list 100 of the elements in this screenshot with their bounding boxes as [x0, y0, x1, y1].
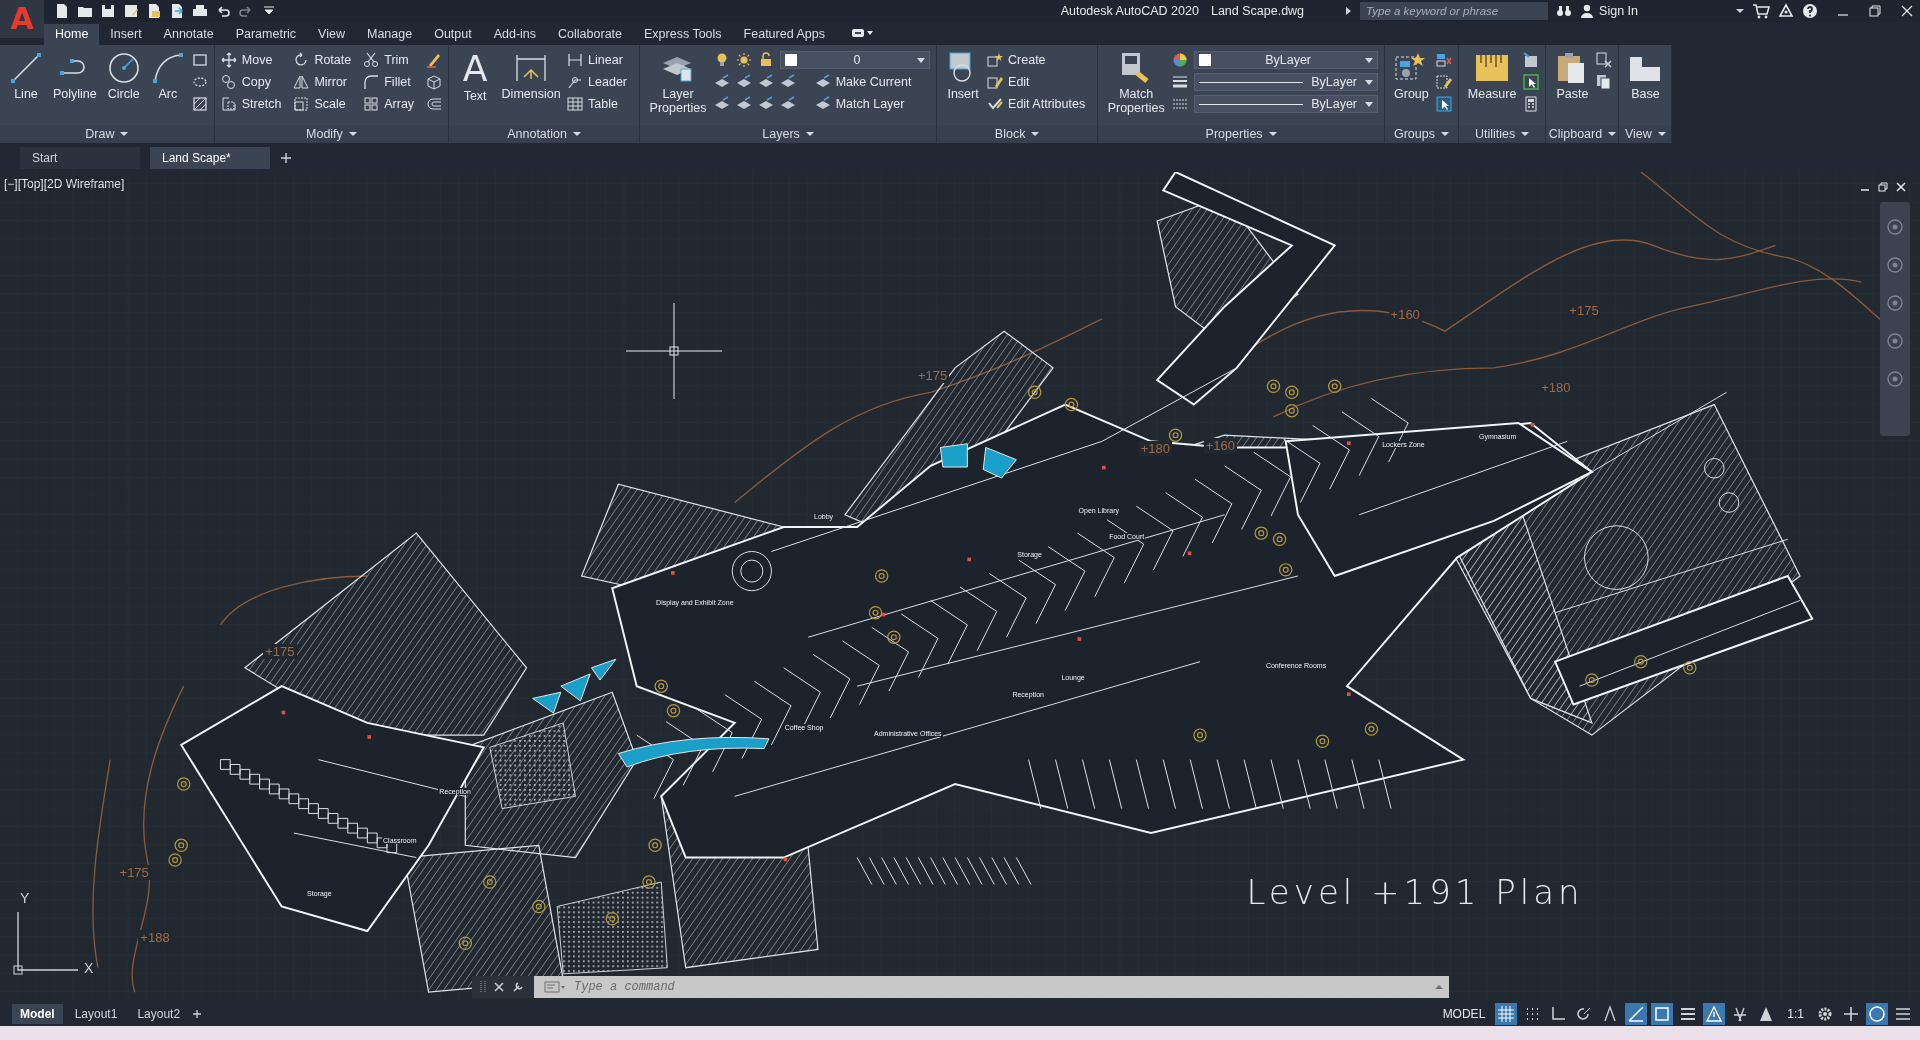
ribbon-tool-button[interactable]: Polyline — [50, 49, 100, 125]
layout-tab[interactable]: Layout2 — [129, 1004, 189, 1024]
ribbon-tool-button[interactable]: Scale — [293, 94, 358, 114]
rectangle-icon[interactable] — [191, 52, 208, 68]
calculator-icon[interactable] — [1523, 96, 1540, 112]
undo-arrow-icon[interactable] — [215, 3, 231, 19]
layer-tool-icon[interactable] — [780, 74, 797, 90]
layer-tool-icon[interactable] — [714, 74, 731, 90]
ribbon-tab[interactable]: Add-ins — [482, 24, 548, 45]
ribbon-display-toggle-icon[interactable] — [849, 27, 874, 39]
lineweight-icon[interactable] — [1172, 74, 1189, 90]
ribbon-tool-button[interactable]: Base — [1625, 49, 1666, 125]
panel-title[interactable]: Clipboard — [1546, 125, 1619, 143]
search-field[interactable]: Type a keyword or phrase — [1360, 2, 1549, 20]
object-snap-icon[interactable] — [1653, 1005, 1672, 1023]
ribbon-tool-button[interactable]: Line — [6, 49, 46, 125]
ribbon-tool-button[interactable]: Move — [220, 50, 288, 70]
ribbon-tab[interactable]: Home — [44, 24, 100, 45]
ellipse-icon[interactable] — [191, 74, 208, 90]
navigation-tool-icon[interactable] — [1886, 294, 1904, 312]
ungroup-icon[interactable] — [1435, 52, 1452, 68]
document-tab[interactable]: Start — [20, 146, 140, 169]
layer-tool-icon[interactable] — [758, 96, 775, 112]
ribbon-tab[interactable]: Collaborate — [547, 24, 633, 45]
ribbon-tool-button[interactable]: Rotate — [293, 50, 358, 70]
ribbon-tool-button[interactable]: Dimension — [499, 49, 564, 125]
ribbon-tool-button[interactable]: Array — [363, 94, 421, 114]
ribbon-tool-button[interactable]: Edit — [987, 72, 1092, 92]
property-dropdown[interactable]: ByLayer — [1194, 51, 1379, 69]
panel-title[interactable]: Modify — [214, 125, 449, 143]
group-edit-icon[interactable] — [1435, 74, 1452, 90]
command-line-bar[interactable]: Type a command — [472, 976, 1449, 998]
property-dropdown[interactable]: ByLayer — [1194, 95, 1379, 113]
ribbon-tool-button[interactable]: Arc — [147, 49, 188, 125]
triangle-network-icon[interactable] — [1778, 3, 1794, 19]
ribbon-tool-button[interactable]: Insert — [943, 49, 984, 125]
ribbon-tool-button[interactable]: A Text — [455, 49, 496, 125]
close-icon[interactable] — [1896, 182, 1906, 192]
add-layout-plus-icon[interactable] — [192, 1009, 203, 1019]
save-web-icon[interactable] — [169, 3, 185, 19]
ribbon-tool-button[interactable]: Make Current — [814, 72, 931, 92]
ribbon-tab[interactable]: View — [307, 24, 356, 45]
ribbon-tool-button[interactable]: Match Properties — [1104, 49, 1169, 125]
layer-tool-icon[interactable] — [780, 96, 797, 112]
ribbon-tool-button[interactable]: Stretch — [220, 94, 288, 114]
open-web-icon[interactable] — [146, 3, 162, 19]
ribbon-tool-button[interactable]: Table — [567, 94, 634, 114]
binoculars-icon[interactable] — [1556, 3, 1573, 19]
ribbon-tool-button[interactable]: Paste — [1552, 49, 1593, 125]
panel-title[interactable]: View — [1619, 125, 1672, 143]
ribbon-tab[interactable]: Insert — [99, 24, 153, 45]
plot-printer-icon[interactable] — [192, 3, 208, 19]
navigation-tool-icon[interactable] — [1886, 332, 1904, 350]
panel-title[interactable]: Properties — [1098, 125, 1385, 143]
layer-tool-icon[interactable] — [736, 96, 753, 112]
close-icon[interactable] — [1900, 4, 1914, 18]
lineweight-icon[interactable] — [1679, 1005, 1698, 1023]
color-wheel-icon[interactable] — [1172, 52, 1189, 68]
hatch-icon[interactable] — [191, 96, 208, 112]
panel-title[interactable]: Layers — [640, 125, 937, 143]
workspace-gear-icon[interactable] — [1816, 1005, 1834, 1023]
property-dropdown[interactable]: 0 — [780, 51, 931, 69]
navigation-bar[interactable] — [1880, 202, 1910, 436]
object-snap-tracking-icon[interactable] — [1627, 1005, 1646, 1023]
layer-tool-icon[interactable] — [736, 74, 753, 90]
linetype-icon[interactable] — [1172, 96, 1189, 112]
layer-tool-icon[interactable] — [758, 74, 775, 90]
ribbon-tab[interactable]: Annotate — [152, 24, 225, 45]
caret-icon[interactable] — [1736, 8, 1744, 14]
ribbon-tool-button[interactable]: Mirror — [293, 72, 358, 92]
grid-icon[interactable] — [1497, 1005, 1516, 1023]
wrench-icon[interactable] — [512, 981, 524, 993]
navigation-tool-icon[interactable] — [1886, 370, 1904, 388]
panel-title[interactable]: Annotation — [449, 125, 640, 143]
sign-in-button[interactable]: Sign In — [1580, 4, 1638, 18]
ribbon-tool-button[interactable]: Edit Attributes — [987, 94, 1092, 114]
restore-icon[interactable] — [1868, 4, 1882, 18]
ribbon-tool-button[interactable]: Layer Properties — [646, 49, 711, 125]
new-file-icon[interactable] — [54, 3, 70, 19]
ribbon-tool-button[interactable]: Linear — [567, 50, 634, 70]
grip-icon[interactable] — [480, 980, 486, 994]
panel-title[interactable]: Draw — [0, 125, 214, 143]
ribbon-tool-button[interactable]: Leader — [567, 72, 634, 92]
customization-menu-icon[interactable] — [1894, 1005, 1912, 1023]
save-as-icon[interactable] — [123, 3, 139, 19]
panel-title[interactable]: Block — [937, 125, 1098, 143]
cube-icon[interactable] — [426, 74, 443, 90]
ribbon-tool-button[interactable]: Fillet — [363, 72, 421, 92]
layout-tab[interactable]: Layout1 — [66, 1004, 126, 1024]
panel-title[interactable]: Utilities — [1458, 125, 1546, 143]
ribbon-tab[interactable]: Featured Apps — [732, 24, 836, 45]
ribbon-tool-button[interactable]: Trim — [363, 50, 421, 70]
ribbon-tool-button[interactable]: Copy — [220, 72, 288, 92]
pencil-icon[interactable] — [426, 52, 443, 68]
sun-icon[interactable] — [736, 52, 753, 68]
property-dropdown[interactable]: ByLayer — [1194, 73, 1379, 91]
ribbon-tool-button[interactable]: Circle — [103, 49, 144, 125]
navigation-tool-icon[interactable] — [1886, 256, 1904, 274]
hardware-acceleration-icon[interactable] — [1868, 1005, 1886, 1023]
close-icon[interactable] — [494, 982, 504, 992]
